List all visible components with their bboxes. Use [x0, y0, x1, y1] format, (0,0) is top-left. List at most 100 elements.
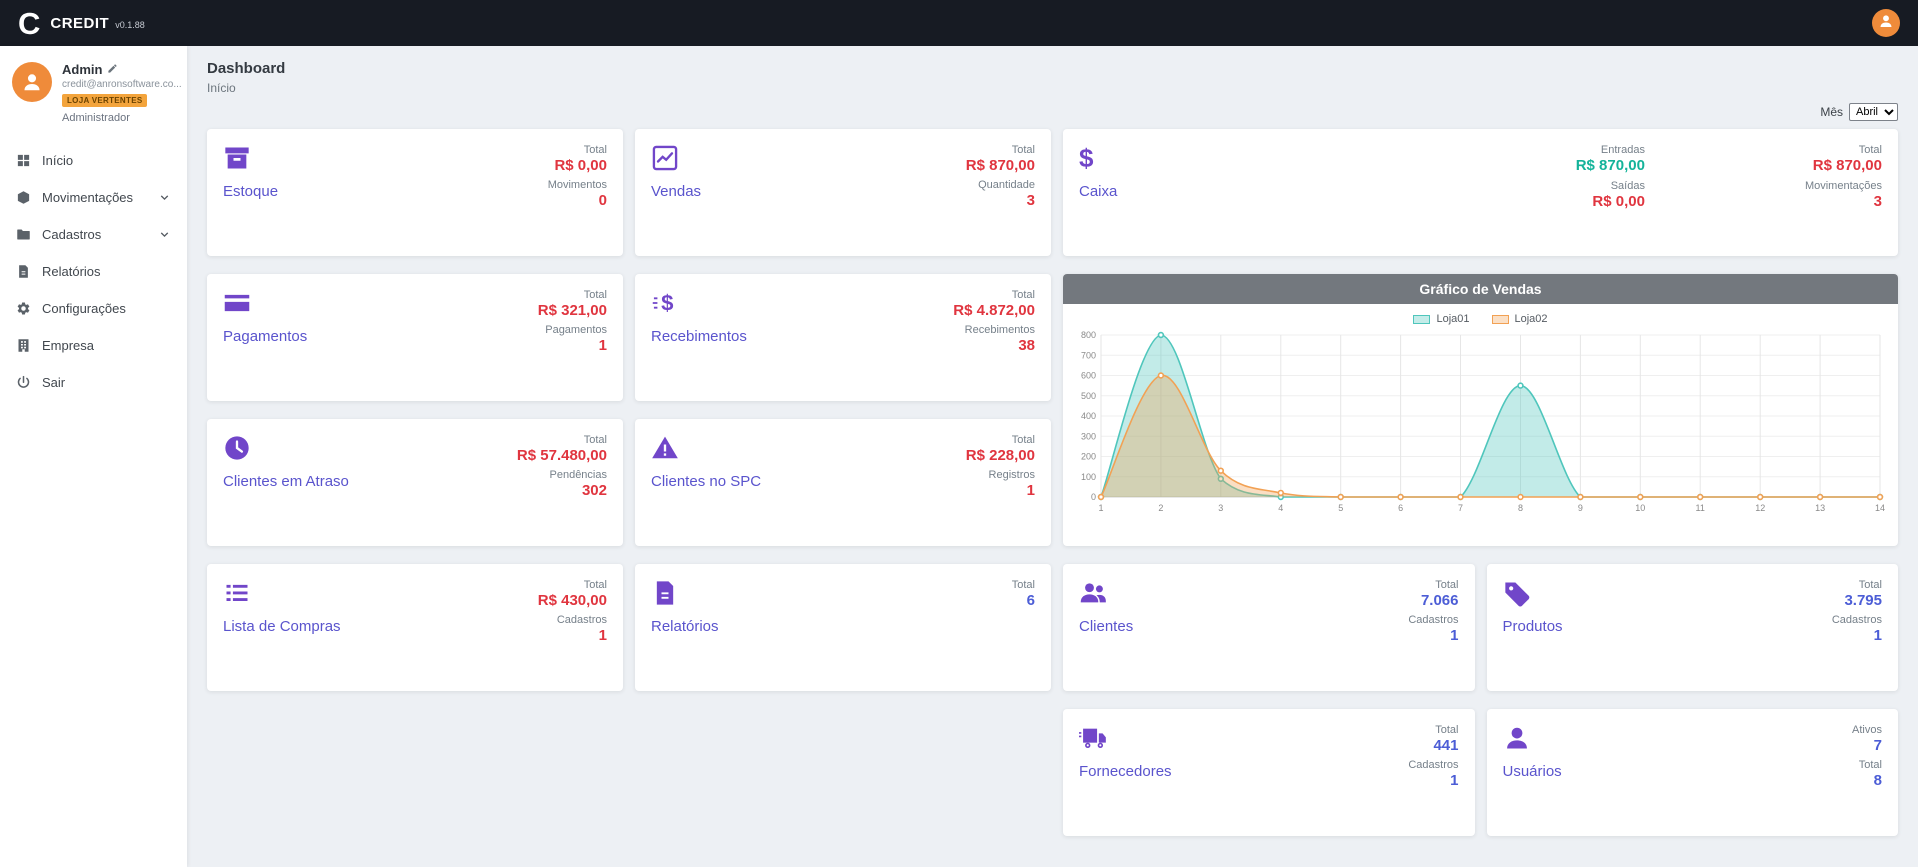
app-version: v0.1.88	[115, 20, 145, 30]
users-icon	[1079, 579, 1107, 607]
store-badge: LOJA VERTENTES	[62, 94, 147, 107]
card-title: Estoque	[223, 183, 278, 200]
legend-label: Loja01	[1436, 313, 1469, 325]
stat-label: Total	[554, 144, 607, 156]
box-icon	[16, 190, 31, 205]
sidebar-item-cadastros[interactable]: Cadastros	[0, 216, 187, 253]
edit-icon[interactable]	[107, 62, 118, 77]
sidebar-item-configuracoes[interactable]: Configurações	[0, 290, 187, 327]
card-caixa[interactable]: $ Caixa Entradas R$ 870,00 Saídas R$ 0,0…	[1063, 129, 1898, 256]
sidebar-item-inicio[interactable]: Início	[0, 142, 187, 179]
stat-label: Quantidade	[978, 179, 1035, 191]
stat-value: 1	[1832, 627, 1882, 644]
truck-icon	[1079, 724, 1107, 752]
svg-text:10: 10	[1635, 503, 1645, 513]
stat-label: Total	[1859, 759, 1882, 771]
card-relatorios[interactable]: Relatórios Total 6	[635, 564, 1051, 691]
user-avatar-button[interactable]	[1872, 9, 1900, 37]
sidebar-item-empresa[interactable]: Empresa	[0, 327, 187, 364]
app-logo[interactable]: C	[18, 8, 40, 39]
sidebar-item-relatorios[interactable]: Relatórios	[0, 253, 187, 290]
sidebar-item-label: Início	[42, 153, 73, 168]
legend-item-loja02[interactable]: Loja02	[1492, 313, 1548, 325]
avatar[interactable]	[12, 62, 52, 102]
credit-card-icon	[223, 289, 251, 317]
sidebar: Admin credit@anronsoftware.co... LOJA VE…	[0, 46, 187, 867]
legend-label: Loja02	[1515, 313, 1548, 325]
stat-label: Cadastros	[1408, 614, 1458, 626]
stat-value: 302	[550, 482, 608, 499]
svg-text:3: 3	[1218, 503, 1223, 513]
card-vendas[interactable]: Vendas Total R$ 870,00 Quantidade 3	[635, 129, 1051, 256]
stat-label: Total	[966, 434, 1035, 446]
chart-line-icon	[651, 144, 679, 172]
stat-label: Cadastros	[557, 614, 607, 626]
stat-value: R$ 57.480,00	[517, 447, 607, 464]
sidebar-item-label: Sair	[42, 375, 65, 390]
svg-text:8: 8	[1518, 503, 1523, 513]
topbar: C CREDIT v0.1.88	[0, 0, 1918, 46]
stat-value: 3	[978, 192, 1035, 209]
card-title: Usuários	[1503, 763, 1562, 780]
stat-label: Total	[517, 434, 607, 446]
card-title: Clientes em Atraso	[223, 473, 349, 490]
svg-text:700: 700	[1081, 350, 1096, 360]
stat-value: 6	[1012, 592, 1035, 609]
profile-info: Admin credit@anronsoftware.co... LOJA VE…	[62, 62, 182, 124]
stat-value: R$ 870,00	[1813, 157, 1882, 174]
stat-value: R$ 870,00	[966, 157, 1035, 174]
card-produtos[interactable]: Produtos Total 3.795 Cadastros 1	[1487, 564, 1899, 691]
sidebar-menu: Início Movimentações Cadastros	[0, 142, 187, 401]
stat-label: Total	[1844, 579, 1882, 591]
sidebar-item-movimentacoes[interactable]: Movimentações	[0, 179, 187, 216]
gear-icon	[16, 301, 31, 316]
month-label: Mês	[1820, 105, 1843, 119]
dollar-icon: $	[1079, 144, 1107, 172]
profile-block: Admin credit@anronsoftware.co... LOJA VE…	[0, 46, 187, 132]
card-usuarios[interactable]: Usuários Ativos 7 Total 8	[1487, 709, 1899, 836]
user-email: credit@anronsoftware.co...	[62, 79, 182, 90]
card-fornecedores[interactable]: Fornecedores Total 441 Cadastros 1	[1063, 709, 1475, 836]
month-filter: Mês Abril	[207, 103, 1898, 121]
svg-text:14: 14	[1875, 503, 1885, 513]
svg-text:7: 7	[1458, 503, 1463, 513]
svg-text:1: 1	[1098, 503, 1103, 513]
stat-value: 1	[545, 337, 607, 354]
user-name: Admin	[62, 62, 102, 77]
svg-text:9: 9	[1578, 503, 1583, 513]
card-clientes-spc[interactable]: Clientes no SPC Total R$ 228,00 Registro…	[635, 419, 1051, 546]
svg-text:400: 400	[1081, 411, 1096, 421]
svg-text:$: $	[661, 291, 674, 316]
sidebar-item-label: Configurações	[42, 301, 126, 316]
chevron-down-icon	[158, 228, 171, 241]
svg-text:600: 600	[1081, 371, 1096, 381]
card-recebimentos[interactable]: $ Recebimentos Total R$ 4.872,00 Recebim…	[635, 274, 1051, 401]
card-pagamentos[interactable]: Pagamentos Total R$ 321,00 Pagamentos 1	[207, 274, 623, 401]
sales-chart: 0100200300400500600700800123456789101112…	[1073, 327, 1888, 522]
svg-text:100: 100	[1081, 472, 1096, 482]
stat-label: Ativos	[1852, 724, 1882, 736]
stat-value: R$ 0,00	[554, 157, 607, 174]
stat-value: 3.795	[1844, 592, 1882, 609]
card-clientes-atraso[interactable]: Clientes em Atraso Total R$ 57.480,00 Pe…	[207, 419, 623, 546]
stat-label: Registros	[989, 469, 1035, 481]
card-estoque[interactable]: Estoque Total R$ 0,00 Movimentos 0	[207, 129, 623, 256]
breadcrumb: Início	[207, 81, 1898, 95]
stat-label: Pendências	[550, 469, 608, 481]
card-lista-compras[interactable]: Lista de Compras Total R$ 430,00 Cadastr…	[207, 564, 623, 691]
legend-item-loja01[interactable]: Loja01	[1413, 313, 1469, 325]
chart-title: Gráfico de Vendas	[1063, 274, 1898, 304]
sidebar-item-sair[interactable]: Sair	[0, 364, 187, 401]
stat-value: R$ 870,00	[1576, 157, 1645, 174]
stat-label: Entradas	[1576, 144, 1645, 156]
card-clientes[interactable]: Clientes Total 7.066 Cadastros 1	[1063, 564, 1475, 691]
stat-label: Total	[538, 289, 607, 301]
svg-text:200: 200	[1081, 452, 1096, 462]
stat-value: 1	[1408, 627, 1458, 644]
card-title: Produtos	[1503, 618, 1563, 635]
document-icon	[16, 264, 31, 279]
user-icon	[1878, 13, 1894, 34]
stat-label: Recebimentos	[965, 324, 1035, 336]
month-select[interactable]: Abril	[1849, 103, 1898, 121]
stat-value: 1	[1408, 772, 1458, 789]
